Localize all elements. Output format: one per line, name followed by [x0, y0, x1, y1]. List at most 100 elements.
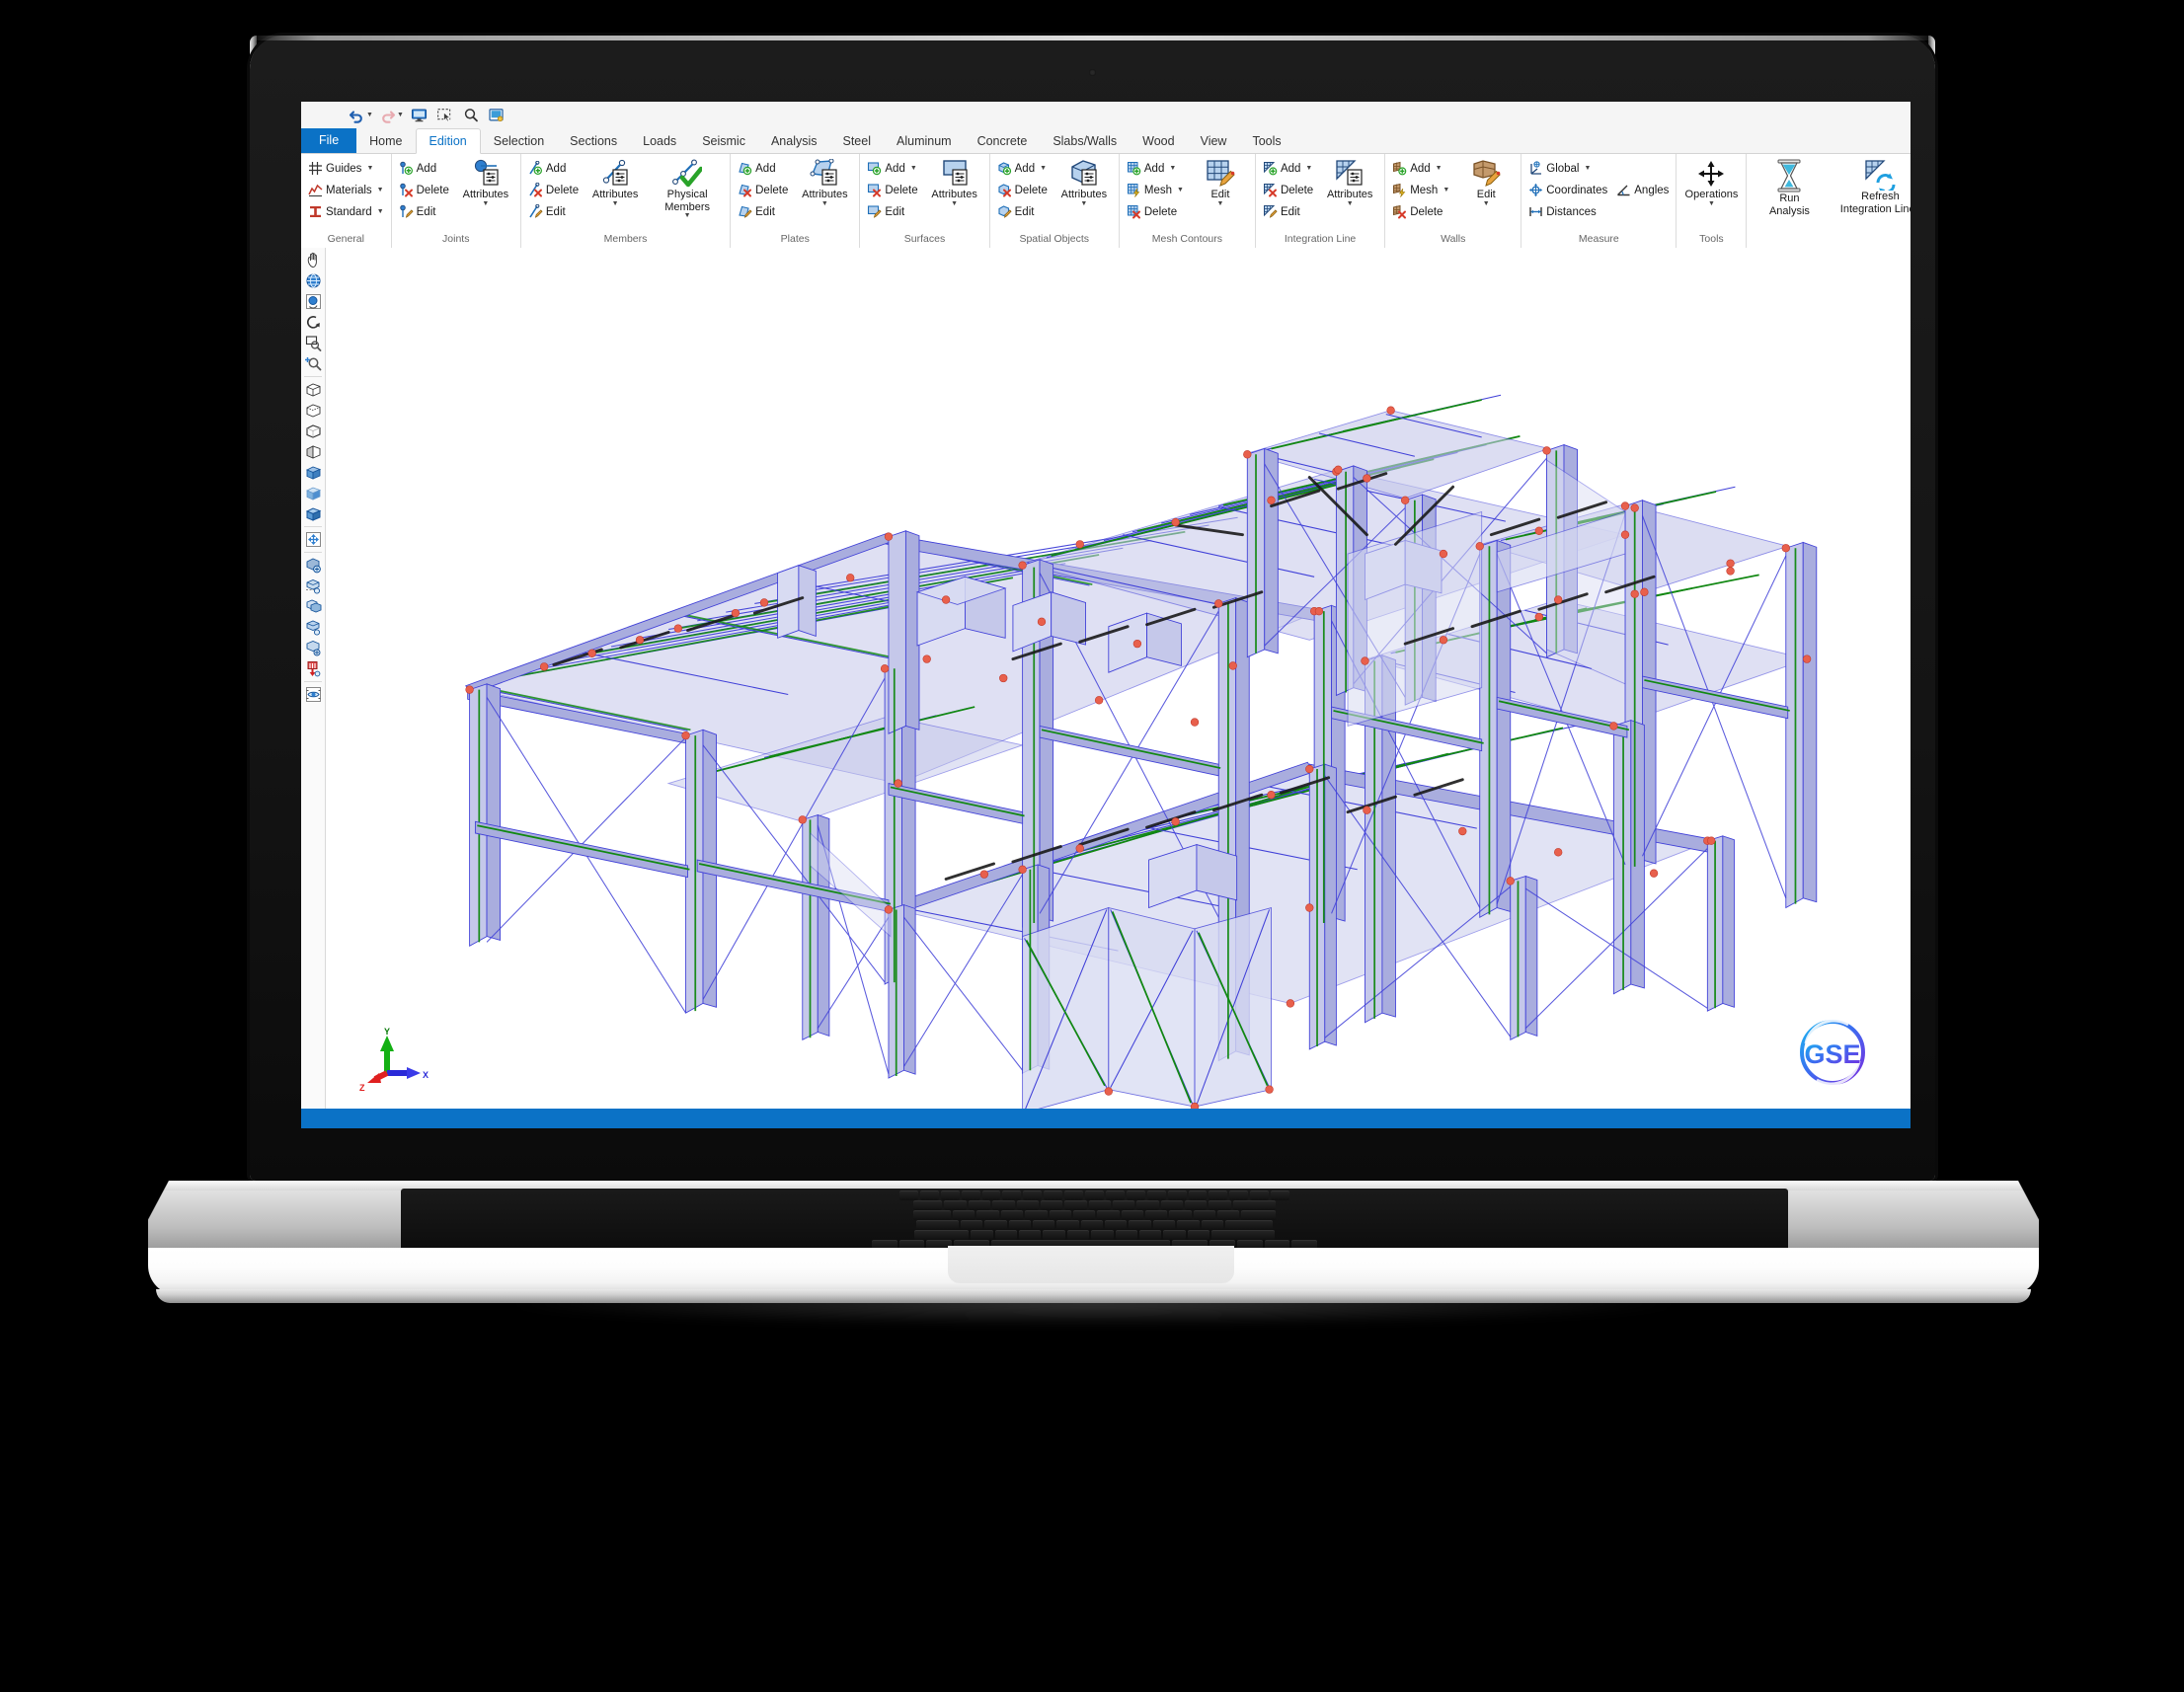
clip-box[interactable]	[302, 596, 324, 617]
ribbon-item-surfaces-add[interactable]: Add ▼	[864, 158, 920, 179]
undo-button[interactable]: ▼	[347, 105, 375, 126]
tab-sections[interactable]: Sections	[557, 129, 630, 153]
ribbon-item-dropdown-caret[interactable]: ▼	[1436, 165, 1443, 172]
ribbon-button-analysis_tools-refresh[interactable]: RefreshIntegration Lines	[1831, 158, 1911, 216]
zoom-window-tool[interactable]	[302, 333, 324, 353]
view-settings[interactable]	[302, 638, 324, 658]
view-shaded[interactable]	[302, 483, 324, 503]
pan-tool[interactable]	[302, 250, 324, 270]
ribbon-item-members-delete[interactable]: Delete	[525, 180, 582, 200]
ribbon-item-spatial_objects-delete[interactable]: Delete	[994, 180, 1051, 200]
ribbon-button-dropdown-caret[interactable]: ▼	[1216, 200, 1223, 207]
ribbon-item-joints-add[interactable]: Add	[396, 158, 452, 179]
ribbon-item-dropdown-caret[interactable]: ▼	[1169, 165, 1176, 172]
ribbon-item-integration_line-edit[interactable]: Edit	[1260, 201, 1316, 222]
ribbon-button-dropdown-caret[interactable]: ▼	[612, 200, 619, 207]
ribbon-item-spatial_objects-add[interactable]: Add ▼	[994, 158, 1051, 179]
ribbon-item-mesh_contours-delete[interactable]: Delete	[1124, 201, 1187, 222]
preview-view[interactable]	[302, 684, 324, 705]
ribbon-item-measure-coordinates[interactable]: Coordinates	[1525, 180, 1610, 200]
select-region-button[interactable]	[433, 105, 457, 126]
snapshot-button[interactable]	[485, 105, 508, 126]
ribbon-button-surfaces-attributes[interactable]: Attributes ▼	[924, 158, 985, 208]
ribbon-item-dropdown-caret[interactable]: ▼	[910, 165, 917, 172]
tab-selection[interactable]: Selection	[481, 129, 557, 153]
undo-dropdown-caret[interactable]: ▼	[366, 112, 373, 118]
ribbon-item-measure-global[interactable]: Global ▼	[1525, 158, 1610, 179]
ribbon-button-members-attributes[interactable]: Attributes ▼	[585, 158, 646, 208]
ribbon-button-dropdown-caret[interactable]: ▼	[951, 200, 958, 207]
section-view[interactable]	[302, 576, 324, 596]
tab-view[interactable]: View	[1188, 129, 1240, 153]
ribbon-item-measure-distances[interactable]: Distances	[1525, 201, 1610, 222]
zoom-extents[interactable]	[302, 529, 324, 550]
orbit-globe-tool[interactable]	[302, 270, 324, 291]
view-wireframe[interactable]	[302, 379, 324, 400]
zoom-button[interactable]	[459, 105, 483, 126]
tab-seismic[interactable]: Seismic	[689, 129, 758, 153]
ribbon-item-general-guides[interactable]: Guides ▼	[305, 158, 387, 179]
tab-tools[interactable]: Tools	[1239, 129, 1293, 153]
ribbon-item-walls-mesh[interactable]: Mesh ▼	[1389, 180, 1452, 200]
tab-analysis[interactable]: Analysis	[758, 129, 830, 153]
ribbon-button-walls-edit[interactable]: Edit ▼	[1455, 158, 1517, 208]
ribbon-item-plates-delete[interactable]: Delete	[735, 180, 791, 200]
ribbon-button-members-physical[interactable]: Physical Members ▼	[649, 158, 726, 220]
ribbon-item-integration_line-delete[interactable]: Delete	[1260, 180, 1316, 200]
ribbon-button-dropdown-caret[interactable]: ▼	[482, 200, 489, 207]
ribbon-item-dropdown-caret[interactable]: ▼	[1443, 187, 1449, 193]
redo-dropdown-caret[interactable]: ▼	[397, 112, 404, 118]
ribbon-item-walls-delete[interactable]: Delete	[1389, 201, 1452, 222]
ribbon-item-integration_line-add[interactable]: Add ▼	[1260, 158, 1316, 179]
ribbon-item-mesh_contours-add[interactable]: Add ▼	[1124, 158, 1187, 179]
view-solid[interactable]	[302, 503, 324, 524]
ribbon-item-walls-add[interactable]: Add ▼	[1389, 158, 1452, 179]
tab-steel[interactable]: Steel	[830, 129, 885, 153]
view-outline[interactable]	[302, 421, 324, 441]
render-view[interactable]	[302, 555, 324, 576]
steel-frame-3d-model[interactable]: .f{fill:#c5c8ea;stroke:#4040d8;stroke-wi…	[326, 248, 1911, 1109]
ribbon-button-spatial_objects-attributes[interactable]: Attributes ▼	[1053, 158, 1115, 208]
zoom-in-tool[interactable]	[302, 353, 324, 374]
ribbon-item-joints-edit[interactable]: Edit	[396, 201, 452, 222]
redo-button[interactable]: ▼	[377, 105, 406, 126]
ribbon-button-tools-operations[interactable]: Operations ▼	[1680, 158, 1742, 208]
ribbon-button-dropdown-caret[interactable]: ▼	[1080, 200, 1087, 207]
rotate-tool[interactable]	[302, 312, 324, 333]
ribbon-button-mesh_contours-edit[interactable]: Edit ▼	[1190, 158, 1251, 208]
ribbon-button-dropdown-caret[interactable]: ▼	[1483, 200, 1490, 207]
ribbon-item-spatial_objects-edit[interactable]: Edit	[994, 201, 1051, 222]
ribbon-item-mesh_contours-mesh[interactable]: Mesh ▼	[1124, 180, 1187, 200]
ribbon-item-plates-edit[interactable]: Edit	[735, 201, 791, 222]
rotate-view-tool[interactable]	[302, 291, 324, 312]
tab-file[interactable]: File	[301, 128, 357, 153]
ribbon-item-dropdown-caret[interactable]: ▼	[1585, 165, 1592, 172]
ribbon-item-members-edit[interactable]: Edit	[525, 201, 582, 222]
ribbon-item-joints-delete[interactable]: Delete	[396, 180, 452, 200]
supports-display[interactable]	[302, 658, 324, 679]
ribbon-button-dropdown-caret[interactable]: ▼	[821, 200, 828, 207]
model-viewport[interactable]: .f{fill:#c5c8ea;stroke:#4040d8;stroke-wi…	[326, 248, 1911, 1109]
view-shaded-edges[interactable]	[302, 462, 324, 483]
ribbon-item-general-standard[interactable]: Standard ▼	[305, 201, 387, 222]
ribbon-button-integration_line-attributes[interactable]: Attributes ▼	[1319, 158, 1380, 208]
ribbon-item-dropdown-caret[interactable]: ▼	[377, 187, 384, 193]
view-hidden-line[interactable]	[302, 400, 324, 421]
ribbon-button-dropdown-caret[interactable]: ▼	[1708, 200, 1715, 207]
view-half-shade[interactable]	[302, 441, 324, 462]
ribbon-item-surfaces-delete[interactable]: Delete	[864, 180, 920, 200]
ribbon-item-dropdown-caret[interactable]: ▼	[1040, 165, 1047, 172]
ribbon-item-members-add[interactable]: Add	[525, 158, 582, 179]
ribbon-button-dropdown-caret[interactable]: ▼	[684, 212, 691, 219]
ribbon-button-joints-attributes[interactable]: Attributes ▼	[455, 158, 516, 208]
tab-concrete[interactable]: Concrete	[965, 129, 1041, 153]
display-button[interactable]	[408, 105, 431, 126]
ribbon-item-surfaces-edit[interactable]: Edit	[864, 201, 920, 222]
ribbon-button-analysis_tools-run[interactable]: Run Analysis	[1751, 158, 1828, 218]
ribbon-item-dropdown-caret[interactable]: ▼	[1305, 165, 1312, 172]
ribbon-item-dropdown-caret[interactable]: ▼	[366, 165, 373, 172]
ribbon-item-general-materials[interactable]: Materials ▼	[305, 180, 387, 200]
ribbon-item-plates-add[interactable]: Add	[735, 158, 791, 179]
tab-home[interactable]: Home	[356, 129, 415, 153]
tab-edition[interactable]: Edition	[415, 128, 481, 154]
